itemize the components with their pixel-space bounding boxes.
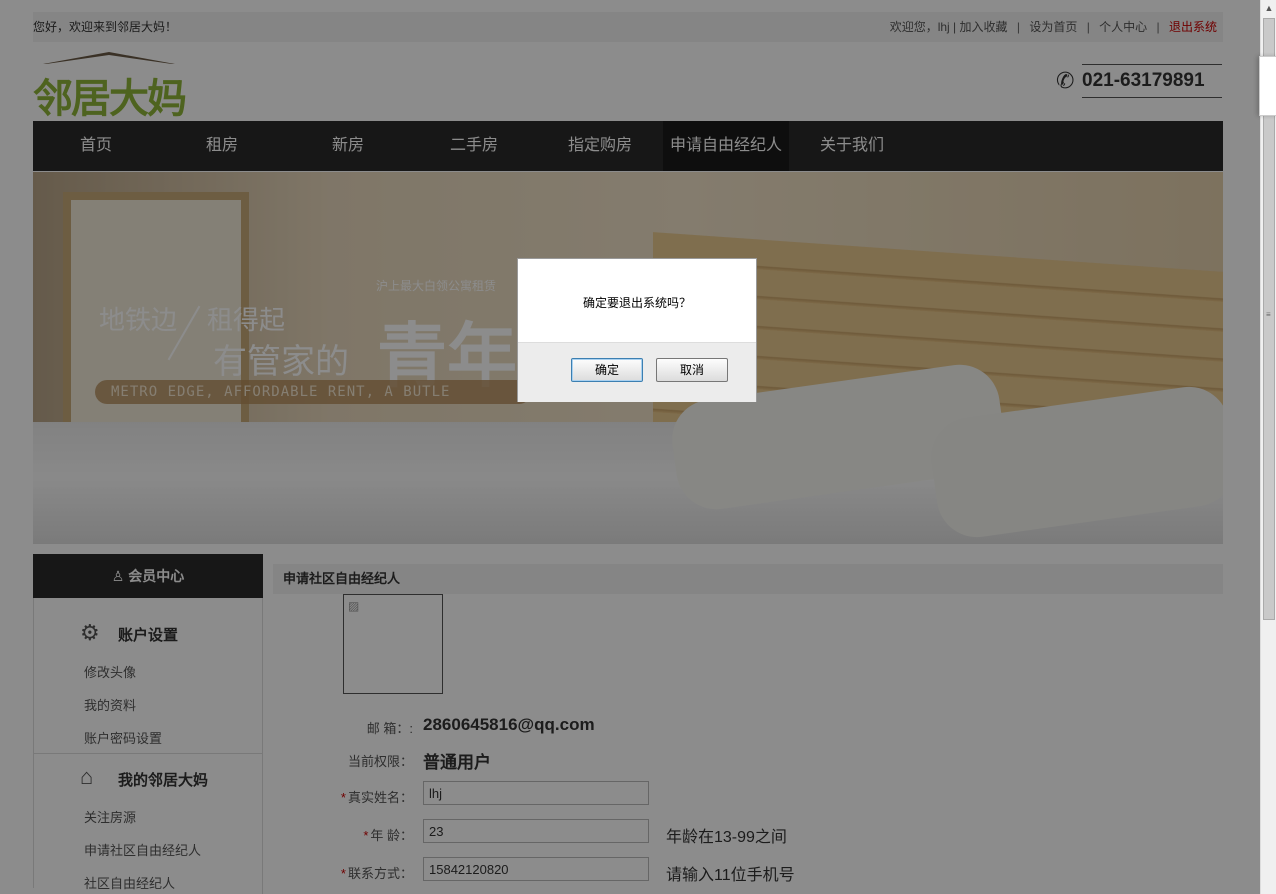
- modal-overlay[interactable]: [0, 0, 1260, 894]
- logout-confirm-dialog: 确定要退出系统吗？ 确定 取消: [517, 258, 757, 402]
- confirm-button[interactable]: 确定: [571, 358, 643, 382]
- page: 您好，欢迎来到邻居大妈！ 欢迎您，lhj | 加入收藏 | 设为首页 | 个人中…: [0, 0, 1260, 894]
- vertical-scrollbar[interactable]: ▲ ≡: [1260, 0, 1276, 894]
- cancel-button[interactable]: 取消: [656, 358, 728, 382]
- dialog-message: 确定要退出系统吗？: [582, 296, 691, 310]
- scroll-up-icon[interactable]: ▲: [1261, 0, 1276, 16]
- dialog-footer: 确定 取消: [518, 342, 756, 402]
- grip-icon: ≡: [1266, 310, 1271, 319]
- side-tab[interactable]: [1259, 56, 1276, 116]
